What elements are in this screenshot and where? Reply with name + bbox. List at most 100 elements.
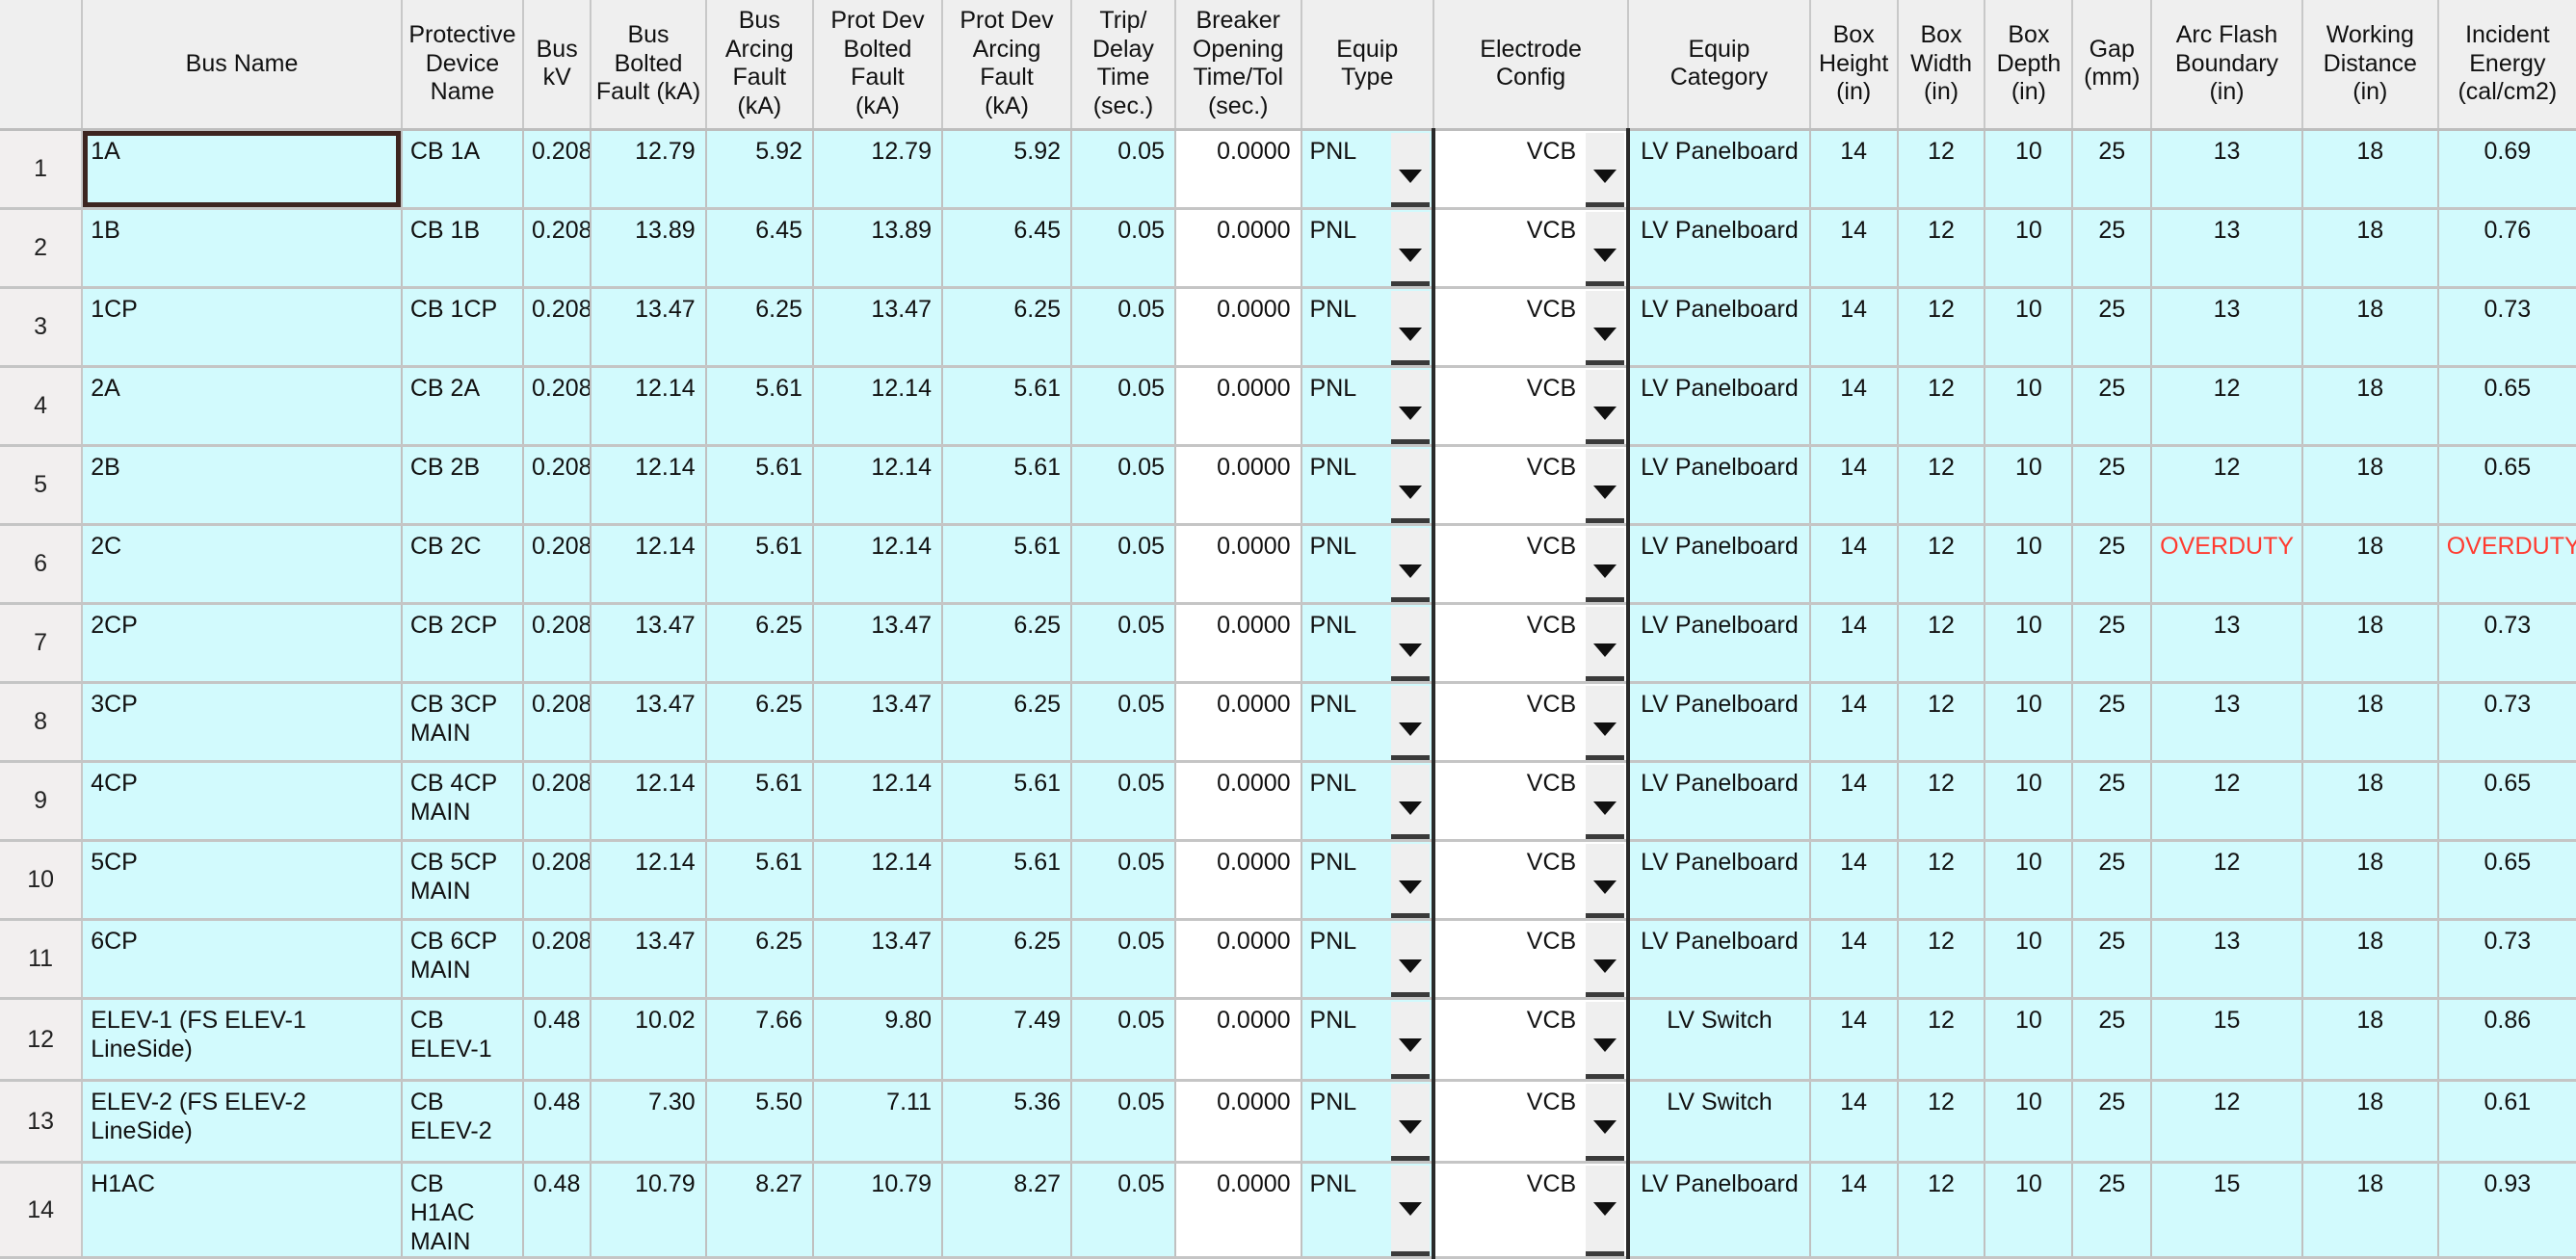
table-row[interactable]: 7 2CP CB 2CP 0.208 13.47 6.25 13.47 6.25 0.05 0.0…: [0, 603, 2576, 684]
cell-bus_arcing_fault[interactable]: 5.61: [705, 761, 814, 842]
cell-working_distance[interactable]: 18: [2301, 682, 2439, 763]
chevron-down-icon[interactable]: [1390, 211, 1430, 284]
cell-electrode_config[interactable]: VCB: [1431, 761, 1631, 842]
cell-box_width[interactable]: 12: [1897, 129, 1986, 210]
cell-prot_dev_name[interactable]: CB 5CP MAIN: [401, 840, 524, 921]
row-number-cell[interactable]: 4: [0, 366, 84, 447]
cell-incident_energy[interactable]: 0.86: [2437, 998, 2576, 1082]
cell-prot_dev_name[interactable]: CB 2C: [401, 524, 524, 605]
cell-box_depth[interactable]: 10: [1985, 919, 2074, 1000]
cell-arc_flash_boundary[interactable]: OVERDUTY: [2151, 524, 2303, 605]
column-header-incident_energy[interactable]: Incident Energy (cal/cm2): [2437, 0, 2576, 131]
row-number-cell[interactable]: 11: [0, 919, 84, 1000]
cell-bus_arcing_fault[interactable]: 6.45: [705, 208, 814, 289]
cell-gap[interactable]: 25: [2072, 603, 2153, 684]
cell-bus_arcing_fault[interactable]: 7.66: [705, 998, 814, 1082]
column-header-box_depth[interactable]: Box Depth (in): [1985, 0, 2074, 131]
cell-equip_type[interactable]: PNL: [1301, 208, 1434, 289]
cell-electrode_config[interactable]: VCB: [1431, 366, 1631, 447]
cell-gap[interactable]: 25: [2072, 1080, 2153, 1164]
cell-prot_dev_bolted_fault[interactable]: 12.14: [812, 524, 943, 605]
cell-trip_delay_time[interactable]: 0.05: [1071, 761, 1176, 842]
cell-gap[interactable]: 25: [2072, 1162, 2153, 1259]
cell-electrode_config[interactable]: VCB: [1431, 840, 1631, 921]
cell-box_height[interactable]: 14: [1809, 840, 1899, 921]
chevron-down-icon[interactable]: [1586, 1001, 1625, 1077]
cell-working_distance[interactable]: 18: [2301, 129, 2439, 210]
cell-box_width[interactable]: 12: [1897, 603, 1986, 684]
cell-prot_dev_arcing_fault[interactable]: 7.49: [941, 998, 1073, 1082]
row-number-cell[interactable]: 7: [0, 603, 84, 684]
cell-breaker_opening_time[interactable]: 0.0000: [1174, 208, 1302, 289]
cell-box_depth[interactable]: 10: [1985, 998, 2074, 1082]
cell-bus_kv[interactable]: 0.208: [522, 129, 592, 210]
cell-bus_bolted_fault[interactable]: 13.47: [591, 603, 707, 684]
cell-prot_dev_name[interactable]: CB 1B: [401, 208, 524, 289]
cell-bus_name[interactable]: 1CP: [82, 287, 403, 368]
cell-equip_type[interactable]: PNL: [1301, 524, 1434, 605]
cell-electrode_config[interactable]: VCB: [1431, 287, 1631, 368]
cell-bus_kv[interactable]: 0.48: [522, 1080, 592, 1164]
chevron-down-icon[interactable]: [1390, 369, 1430, 442]
cell-prot_dev_arcing_fault[interactable]: 5.61: [941, 840, 1073, 921]
cell-bus_kv[interactable]: 0.48: [522, 1162, 592, 1259]
chevron-down-icon[interactable]: [1586, 1165, 1625, 1254]
cell-prot_dev_arcing_fault[interactable]: 8.27: [941, 1162, 1073, 1259]
cell-electrode_config[interactable]: VCB: [1431, 208, 1631, 289]
cell-incident_energy[interactable]: 0.76: [2437, 208, 2576, 289]
cell-prot_dev_bolted_fault[interactable]: 12.14: [812, 761, 943, 842]
cell-bus_arcing_fault[interactable]: 5.61: [705, 840, 814, 921]
cell-trip_delay_time[interactable]: 0.05: [1071, 682, 1176, 763]
cell-bus_kv[interactable]: 0.208: [522, 366, 592, 447]
cell-equip_type[interactable]: PNL: [1301, 445, 1434, 526]
cell-prot_dev_name[interactable]: CB 4CP MAIN: [401, 761, 524, 842]
cell-working_distance[interactable]: 18: [2301, 524, 2439, 605]
cell-arc_flash_boundary[interactable]: 12: [2151, 445, 2303, 526]
cell-box_depth[interactable]: 10: [1985, 129, 2074, 210]
cell-prot_dev_name[interactable]: CB ELEV-1: [401, 998, 524, 1082]
table-row[interactable]: 14 H1AC CB H1AC MAIN 0.48 10.79 8.27 10.79 8.27…: [0, 1162, 2576, 1259]
cell-trip_delay_time[interactable]: 0.05: [1071, 998, 1176, 1082]
row-number-cell[interactable]: 9: [0, 761, 84, 842]
cell-incident_energy[interactable]: 0.93: [2437, 1162, 2576, 1259]
cell-breaker_opening_time[interactable]: 0.0000: [1174, 682, 1302, 763]
cell-equip_type[interactable]: PNL: [1301, 682, 1434, 763]
cell-bus_bolted_fault[interactable]: 10.79: [591, 1162, 707, 1259]
row-number-cell[interactable]: 12: [0, 998, 84, 1082]
cell-bus_bolted_fault[interactable]: 13.47: [591, 919, 707, 1000]
row-number-cell[interactable]: 10: [0, 840, 84, 921]
cell-working_distance[interactable]: 18: [2301, 998, 2439, 1082]
cell-bus_kv[interactable]: 0.208: [522, 840, 592, 921]
cell-breaker_opening_time[interactable]: 0.0000: [1174, 287, 1302, 368]
cell-bus_bolted_fault[interactable]: 10.02: [591, 998, 707, 1082]
cell-working_distance[interactable]: 18: [2301, 1080, 2439, 1164]
row-number-cell[interactable]: 13: [0, 1080, 84, 1164]
cell-prot_dev_arcing_fault[interactable]: 5.36: [941, 1080, 1073, 1164]
cell-equip_category[interactable]: LV Panelboard: [1628, 524, 1811, 605]
cell-prot_dev_name[interactable]: CB 1A: [401, 129, 524, 210]
cell-box_width[interactable]: 12: [1897, 998, 1986, 1082]
cell-breaker_opening_time[interactable]: 0.0000: [1174, 603, 1302, 684]
chevron-down-icon[interactable]: [1586, 211, 1625, 284]
cell-box_width[interactable]: 12: [1897, 366, 1986, 447]
cell-working_distance[interactable]: 18: [2301, 761, 2439, 842]
cell-prot_dev_name[interactable]: CB H1AC MAIN: [401, 1162, 524, 1259]
cell-equip_category[interactable]: LV Panelboard: [1628, 1162, 1811, 1259]
cell-gap[interactable]: 25: [2072, 445, 2153, 526]
cell-equip_category[interactable]: LV Panelboard: [1628, 603, 1811, 684]
cell-working_distance[interactable]: 18: [2301, 603, 2439, 684]
cell-prot_dev_arcing_fault[interactable]: 5.61: [941, 445, 1073, 526]
cell-bus_name[interactable]: 2A: [82, 366, 403, 447]
cell-prot_dev_name[interactable]: CB 6CP MAIN: [401, 919, 524, 1000]
cell-box_height[interactable]: 14: [1809, 445, 1899, 526]
cell-bus_kv[interactable]: 0.208: [522, 603, 592, 684]
cell-gap[interactable]: 25: [2072, 129, 2153, 210]
cell-box_depth[interactable]: 10: [1985, 524, 2074, 605]
cell-bus_bolted_fault[interactable]: 12.14: [591, 524, 707, 605]
cell-prot_dev_arcing_fault[interactable]: 6.25: [941, 287, 1073, 368]
cell-prot_dev_bolted_fault[interactable]: 12.79: [812, 129, 943, 210]
cell-bus_name[interactable]: 5CP: [82, 840, 403, 921]
cell-breaker_opening_time[interactable]: 0.0000: [1174, 1080, 1302, 1164]
cell-equip_category[interactable]: LV Panelboard: [1628, 287, 1811, 368]
chevron-down-icon[interactable]: [1390, 606, 1430, 679]
